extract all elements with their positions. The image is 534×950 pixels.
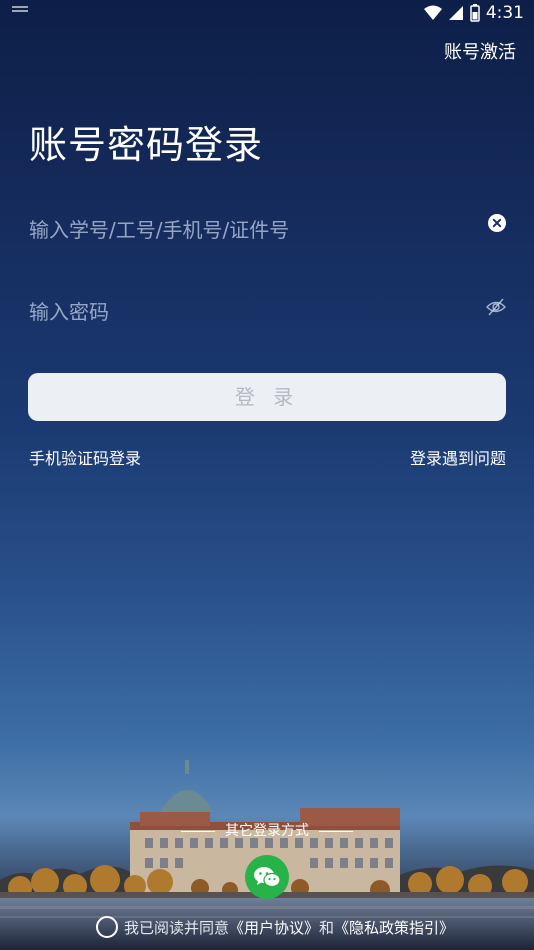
divider-left — [181, 830, 215, 832]
status-bar: 4:31 — [0, 0, 534, 28]
notification-icon — [12, 6, 28, 16]
wechat-icon — [254, 867, 281, 888]
other-login-title: 其它登录方式 — [0, 820, 534, 840]
wechat-login-button[interactable] — [245, 855, 289, 899]
other-login-label: 其它登录方式 — [225, 823, 309, 839]
divider-right — [319, 830, 353, 832]
activate-account-link[interactable]: 账号激活 — [444, 38, 516, 64]
status-icons: 4:31 — [423, 3, 524, 23]
battery-icon — [470, 4, 480, 22]
clear-icon[interactable] — [488, 214, 506, 232]
login-screen: 4:31 账号激活 账号密码登录 输入学号/工号/手机号/证件号 输入密码 登 … — [0, 0, 534, 950]
page-title: 账号密码登录 — [29, 123, 264, 167]
login-button[interactable]: 登 录 — [28, 373, 506, 421]
password-placeholder: 输入密码 — [29, 300, 109, 324]
agreement-checkbox[interactable] — [96, 916, 118, 938]
eye-off-icon[interactable] — [486, 298, 506, 316]
agreement-row: 我已阅读并同意 《用户协议》 和 《隐私政策指引》 — [96, 916, 454, 938]
sms-login-link[interactable]: 手机验证码登录 — [29, 445, 141, 469]
login-help-link[interactable]: 登录遇到问题 — [410, 445, 506, 469]
username-field[interactable]: 输入学号/工号/手机号/证件号 — [29, 206, 506, 246]
user-agreement-link[interactable]: 《用户协议》 — [229, 917, 319, 938]
password-field[interactable]: 输入密码 — [29, 288, 506, 328]
username-placeholder: 输入学号/工号/手机号/证件号 — [29, 218, 290, 242]
agreement-and: 和 — [319, 918, 335, 937]
signal-icon — [448, 6, 463, 20]
status-time: 4:31 — [485, 3, 524, 23]
privacy-policy-link[interactable]: 《隐私政策指引》 — [334, 917, 454, 938]
agreement-prefix: 我已阅读并同意 — [124, 918, 230, 937]
wifi-icon — [423, 5, 442, 20]
